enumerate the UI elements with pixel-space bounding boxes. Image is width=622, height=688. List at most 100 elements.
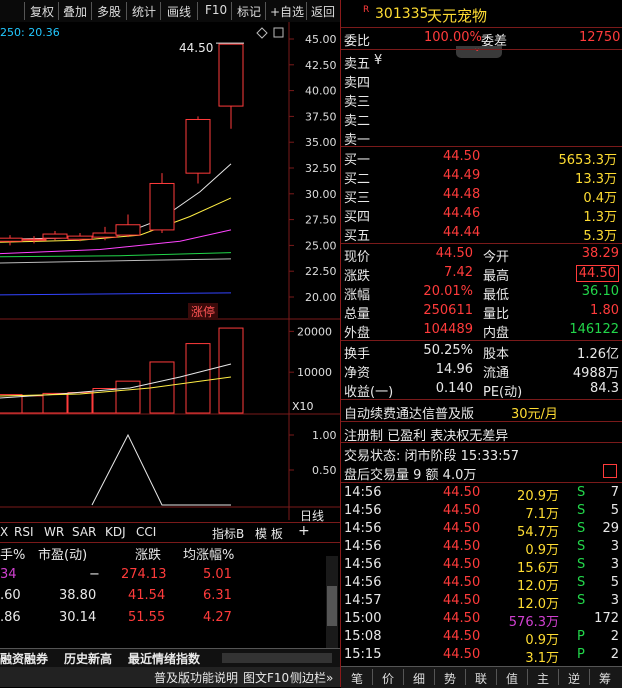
stat-label: 外盘 — [344, 326, 371, 341]
toolbar-fuquan-button[interactable]: 复权 — [30, 3, 54, 20]
scrollbar-thumb[interactable] — [327, 586, 337, 626]
table-cell: 6.31 — [203, 588, 232, 603]
toolbar-divider — [126, 2, 127, 20]
quote-tab[interactable]: 细 — [413, 670, 425, 687]
quote-tab[interactable]: 筹 — [599, 670, 611, 687]
header-change[interactable]: 涨跌 — [135, 544, 161, 563]
quote-tab[interactable]: 主 — [537, 670, 549, 687]
tab-margin-trading[interactable]: 融资融券 — [0, 650, 48, 667]
tick-price: 44.50 — [443, 521, 481, 536]
header-pe[interactable]: 市盈(动) — [38, 544, 87, 563]
tab-indicator-kdj[interactable]: KDJ — [105, 525, 126, 539]
quote-tab[interactable]: 势 — [444, 670, 456, 687]
stat-row: 涨跌 7.42 最高 44.50 — [341, 264, 622, 284]
fundamental-value: 4988万 — [572, 366, 619, 381]
table-cell: 5.01 — [203, 567, 232, 582]
price-tick-label: 27.50 — [305, 214, 337, 227]
bar-chart-icon[interactable] — [603, 464, 617, 478]
volume-tick-label: 20000 — [297, 325, 332, 338]
stat-label: 最高 — [483, 269, 510, 284]
tab-history-high[interactable]: 历史新高 — [64, 650, 112, 667]
bid-row[interactable]: 买五 44.44 5.3万 — [341, 224, 622, 244]
indicator-tab-bar: X RSI WR SAR KDJ CCI 指标B 模 板 + — [0, 522, 340, 543]
tick-count: 5 — [610, 575, 619, 590]
help-link[interactable]: 普及版功能说明 — [154, 669, 238, 686]
tick-price: 44.50 — [443, 557, 481, 572]
tab-indicator-x[interactable]: X — [0, 525, 8, 539]
tick-time: 15:00 — [344, 611, 382, 626]
stat-label: 涨幅 — [344, 288, 371, 303]
ask-label: 卖五 — [344, 57, 371, 72]
toolbar-stats-button[interactable]: 统计 — [132, 3, 156, 20]
tab-indicator-rsi[interactable]: RSI — [14, 525, 34, 539]
tab-sentiment-index[interactable]: 最近情绪指数 — [128, 650, 200, 667]
tab-divider — [403, 669, 404, 685]
price-tick-label: 20.00 — [305, 291, 337, 304]
add-indicator-button[interactable]: + — [298, 523, 310, 539]
quote-tab[interactable]: 逆 — [568, 670, 580, 687]
toolbar-divider — [58, 2, 59, 20]
tab-indicator-sar[interactable]: SAR — [72, 525, 96, 539]
table-scrollbar[interactable] — [326, 556, 338, 648]
tick-side: S — [577, 521, 586, 536]
tick-time: 14:57 — [344, 593, 382, 608]
bid-row[interactable]: 买三 44.48 0.4万 — [341, 186, 622, 206]
tab-indicator-wr[interactable]: WR — [44, 525, 64, 539]
volume-bar — [67, 392, 93, 414]
bid-row[interactable]: 买一 44.50 5653.3万 — [341, 148, 622, 168]
bid-row[interactable]: 买四 44.46 1.3万 — [341, 205, 622, 225]
ma250-readout: 250: 20.36 — [0, 26, 60, 39]
toolbar-add-favorite-button[interactable]: +自选 — [270, 3, 304, 20]
tick-row: 14:56 44.50 20.9万 S 7 — [341, 484, 622, 504]
tab-divider — [372, 669, 373, 685]
tick-time: 15:08 — [344, 629, 382, 644]
fundamental-value: 84.3 — [590, 381, 619, 396]
toolbar-draw-button[interactable]: 画线 — [167, 3, 191, 20]
peak-price-label: 44.50 — [179, 41, 214, 55]
tab-divider — [558, 669, 559, 685]
kline-chart[interactable]: 45.00 42.50 40.00 37.50 35.00 32.50 30.00 27.50… — [0, 22, 340, 522]
stat-value: 250611 — [423, 303, 473, 318]
limit-up-badge: 涨停 — [188, 303, 219, 320]
stat-value: 38.29 — [581, 246, 619, 261]
toolbar-mark-button[interactable]: 标记 — [237, 3, 261, 20]
toolbar-back-button[interactable]: 返回 — [311, 3, 335, 20]
stat-label: 总量 — [344, 307, 371, 322]
status-bar: 普及版功能说明 图文F10 侧边栏» — [0, 667, 340, 687]
tab-divider — [527, 669, 528, 685]
quote-tab[interactable]: 联 — [475, 670, 487, 687]
toolbar-f10-button[interactable]: F10 — [205, 3, 227, 17]
bid-row[interactable]: 买二 44.49 13.3万 — [341, 167, 622, 187]
bottom-tab-bar: 融资融券 历史新高 最近情绪指数 — [0, 648, 340, 667]
quote-tab[interactable]: 值 — [506, 670, 518, 687]
quote-tab[interactable]: 价 — [382, 670, 394, 687]
tick-row: 14:57 44.50 12.0万 S 3 — [341, 592, 622, 612]
toolbar-overlay-button[interactable]: 叠加 — [63, 3, 87, 20]
ask-row: 卖五 ¥ — [341, 52, 622, 72]
promo-price[interactable]: 30元/月 — [511, 403, 558, 422]
horizontal-scrollbar[interactable] — [222, 653, 332, 663]
candle-body — [92, 232, 118, 238]
promo-text[interactable]: 自动续费通达信普及版 — [344, 403, 474, 422]
promo-row[interactable]: 自动续费通达信普及版 30元/月 — [341, 402, 622, 422]
tick-count: 2 — [610, 629, 619, 644]
volume-unit-label: X10 — [292, 400, 314, 413]
tick-count: 3 — [610, 557, 619, 572]
quote-tab[interactable]: 笔 — [351, 670, 363, 687]
fundamental-label: 流通 — [483, 366, 510, 381]
stock-name: 天元宠物 — [427, 7, 488, 25]
toolbar-multi-stock-button[interactable]: 多股 — [97, 3, 121, 20]
toolbar-divider — [160, 2, 161, 20]
indicator-b-menu[interactable]: 指标B — [212, 525, 244, 542]
template-menu[interactable]: 模 板 — [255, 525, 283, 542]
tab-indicator-cci[interactable]: CCI — [136, 525, 156, 539]
header-avg-change[interactable]: 均涨幅% — [183, 544, 234, 563]
sidebar-toggle[interactable]: 侧边栏» — [290, 669, 333, 686]
table-cell: .86 — [0, 610, 21, 625]
stat-label: 现价 — [344, 250, 371, 265]
tick-row: 14:56 44.50 15.6万 S 3 — [341, 556, 622, 576]
fundamental-row: 换手 50.25% 股本 1.26亿 — [341, 342, 622, 362]
f10-link[interactable]: 图文F10 — [243, 669, 289, 686]
tick-price: 44.50 — [443, 539, 481, 554]
header-turnover[interactable]: 手% — [0, 544, 25, 563]
